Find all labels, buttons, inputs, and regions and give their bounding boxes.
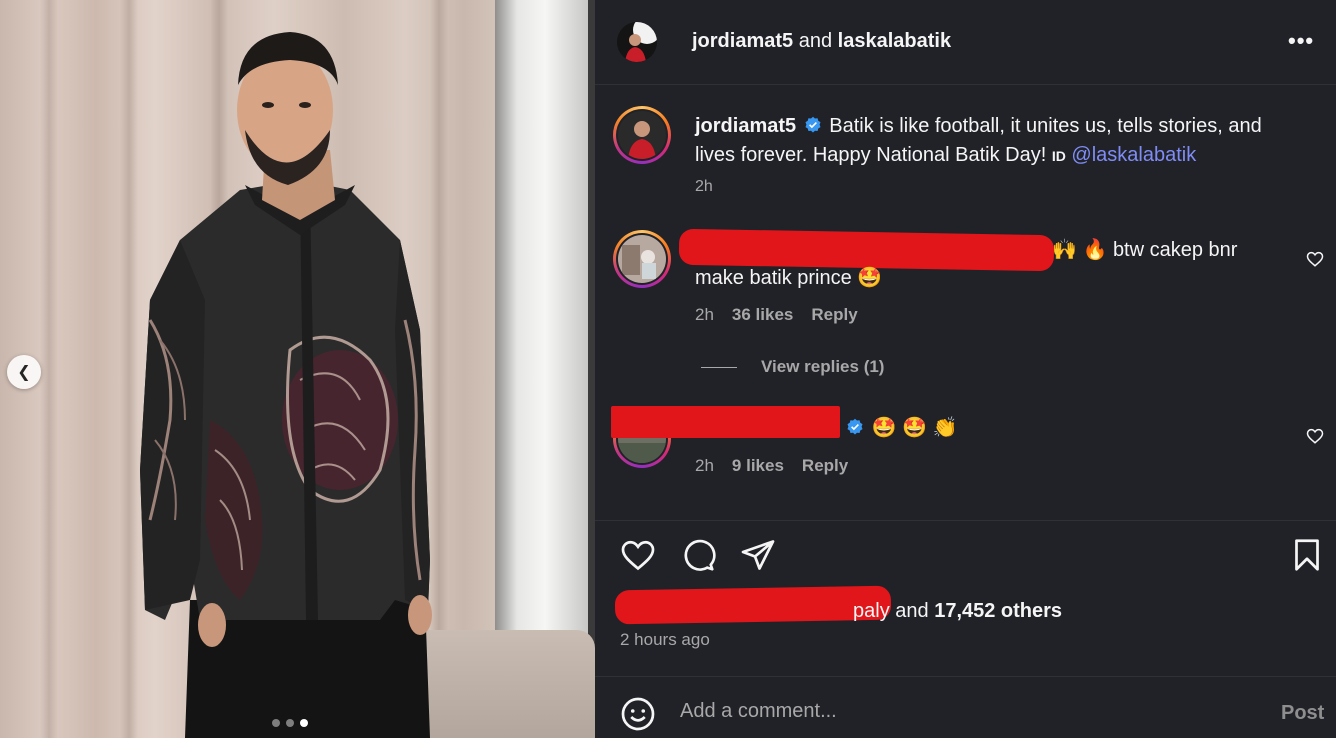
commenter-avatar[interactable] [613,230,671,288]
author-avatar[interactable] [617,22,657,62]
comment-text-line2: make batik prince 🤩 [695,263,882,293]
comment-text-line1: 🙌 🔥 btw cakep bnr [1052,235,1237,265]
like-comment-heart-icon[interactable] [1306,427,1324,445]
like-comment-heart-icon[interactable] [1306,250,1324,268]
comment-composer: Post [595,676,1336,738]
comment-likes[interactable]: 9 likes [732,456,784,476]
share-send-icon[interactable] [740,537,776,573]
add-comment-input[interactable] [680,700,1240,723]
previous-image-button[interactable]: ❮ [7,355,41,389]
post-photo[interactable]: ❮ [0,0,595,738]
redaction-mark [611,406,840,438]
view-replies-label: View replies (1) [761,357,885,376]
post-comment-button[interactable]: Post [1281,702,1324,725]
mention-link[interactable]: @laskalabatik [1071,144,1196,166]
collaborator-link[interactable]: laskalabatik [838,30,951,52]
comment-text: 🤩 🤩 👏 [844,413,957,443]
save-bookmark-icon[interactable] [1289,537,1325,573]
reply-button[interactable]: Reply [811,305,857,325]
emoji-fire: 🔥 [1082,237,1108,261]
liked-by-fragment: paly [853,600,890,622]
carousel-indicator [272,719,308,727]
carousel-dot [286,719,294,727]
more-options-button[interactable]: ••• [1288,28,1314,54]
caption-username[interactable]: jordiamat5 [695,115,796,137]
caption-time: 2h [695,178,713,195]
comment-time: 2h [695,456,714,475]
view-replies-button[interactable]: View replies (1) [701,357,884,377]
comment-time: 2h [695,305,714,324]
divider-line [701,366,737,368]
comment-likes[interactable]: 36 likes [732,305,793,325]
likes-and: and [895,600,929,622]
language-id-tag: ID [1051,148,1066,164]
caption-avatar[interactable] [613,106,671,164]
comment-meta: 2h 9 likes Reply [695,456,848,476]
emoji-star-struck: 🤩 [857,265,883,289]
post-authors: jordiamat5 and laskalabatik [692,30,951,53]
chevron-left-icon: ❮ [17,364,31,381]
verified-badge-icon [805,116,821,133]
emoji-raising-hands: 🙌 [1052,237,1077,261]
emoji-clapping-hands: 👏 [932,415,958,439]
and-connector: and [798,30,833,52]
post-caption: jordiamat5 Batik is like football, it un… [695,112,1295,171]
likes-summary[interactable]: paly and 17,452 others [853,600,1062,623]
post-details-panel: jordiamat5 and laskalabatik ••• jordiama… [595,0,1336,738]
author-link[interactable]: jordiamat5 [692,30,793,52]
emoji-star-struck: 🤩 [871,415,897,439]
emoji-star-struck: 🤩 [902,415,927,439]
man-in-batik-shirt [140,32,432,738]
comment-bubble-icon[interactable] [680,537,716,573]
post-action-bar [595,520,1336,580]
comment-meta: 2h 36 likes Reply [695,305,858,325]
likes-count[interactable]: 17,452 others [934,600,1062,622]
verified-badge-icon [847,418,863,435]
carousel-dot-active [300,719,308,727]
post-header: jordiamat5 and laskalabatik ••• [595,0,1336,85]
like-heart-icon[interactable] [620,537,656,573]
reply-button[interactable]: Reply [802,456,848,476]
posted-time: 2 hours ago [620,630,710,649]
emoji-picker-icon[interactable] [620,696,656,732]
carousel-dot [272,719,280,727]
redaction-mark [614,585,892,625]
